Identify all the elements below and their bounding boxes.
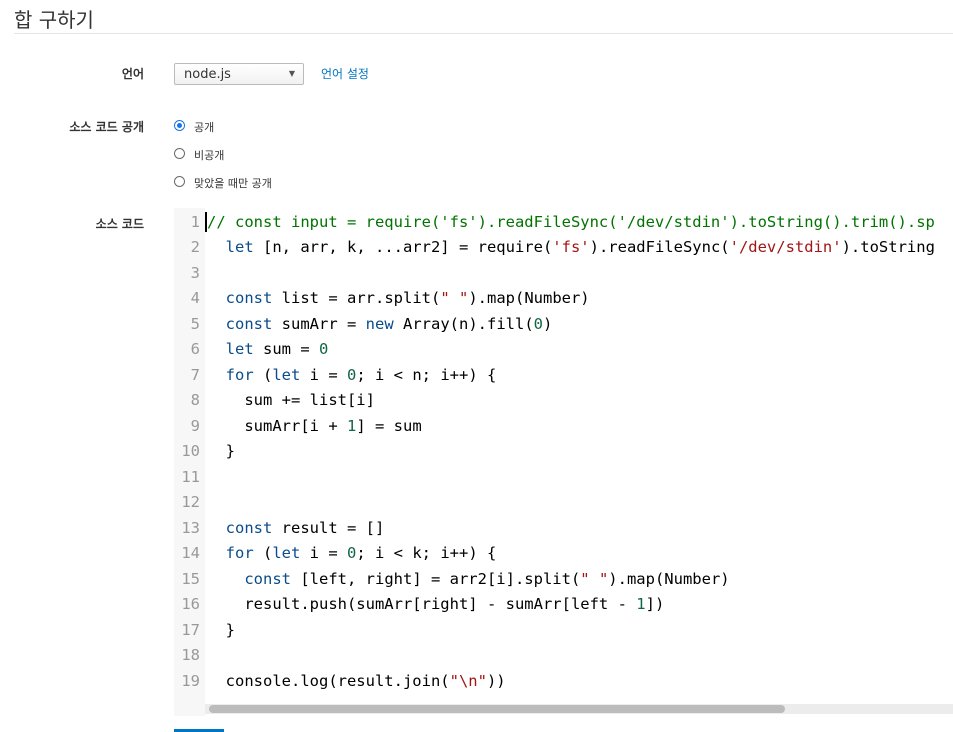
visibility-label: 소스 코드 공개 — [69, 120, 144, 134]
line-number: 5 — [190, 315, 200, 333]
code-line: console.log(result.join("\n")) — [207, 672, 506, 690]
line-number: 18 — [181, 646, 200, 664]
language-select-value: node.js — [184, 67, 231, 82]
line-number: 6 — [190, 340, 200, 358]
code-line: // const input = require('fs').readFileS… — [207, 213, 935, 231]
radio-accepted-only-input[interactable] — [174, 176, 185, 187]
line-number: 14 — [181, 544, 200, 562]
line-number: 19 — [181, 672, 200, 690]
line-number: 16 — [181, 595, 200, 613]
line-number: 8 — [190, 391, 200, 409]
radio-private-input[interactable] — [174, 148, 185, 159]
source-code-label: 소스 코드 — [95, 217, 144, 231]
line-number: 15 — [181, 570, 200, 588]
line-number: 12 — [181, 493, 200, 511]
page-title: 합 구하기 — [14, 8, 94, 32]
line-number: 4 — [190, 289, 200, 307]
code-line: sum += list[i] — [207, 391, 375, 409]
code-line: const [left, right] = arr2[i].split(" ")… — [244, 570, 730, 588]
line-number: 1 — [190, 213, 200, 231]
language-label: 언어 — [121, 67, 144, 81]
line-number: 3 — [190, 264, 200, 282]
radio-private-label: 비공개 — [194, 149, 225, 162]
code-line: } — [207, 621, 235, 639]
line-number: 2 — [190, 238, 200, 256]
title-divider — [14, 33, 953, 34]
line-number-gutter: 1 2 3 4 5 6 7 8 9 10 11 12 13 14 15 16 1… — [174, 208, 204, 716]
code-line: let sum = 0 — [225, 340, 329, 358]
code-line: const result = [] — [225, 519, 385, 537]
code-line: let [n, arr, k, ...arr2] = require('fs')… — [225, 238, 935, 256]
code-line: const sumArr = new Array(n).fill(0) — [225, 315, 553, 333]
line-number: 10 — [181, 442, 200, 460]
code-text-area[interactable]: // const input = require('fs').readFileS… — [205, 208, 953, 716]
horizontal-scrollbar[interactable] — [205, 704, 953, 714]
radio-public-input[interactable] — [174, 120, 185, 131]
line-number: 7 — [190, 366, 200, 384]
radio-accepted-only-label: 맞았을 때만 공개 — [194, 177, 272, 190]
language-settings-link[interactable]: 언어 설정 — [321, 65, 369, 82]
radio-public-label: 공개 — [194, 121, 215, 134]
text-cursor — [205, 212, 207, 232]
code-line: const list = arr.split(" ").map(Number) — [225, 289, 590, 307]
code-line: result.push(sumArr[right] - sumArr[left … — [207, 595, 665, 613]
language-select[interactable]: node.js ▼ — [174, 63, 304, 85]
code-line: for (let i = 0; i < n; i++) { — [225, 366, 497, 384]
code-line: sumArr[i + 1] = sum — [207, 417, 422, 435]
line-number: 13 — [181, 519, 200, 537]
chevron-down-icon: ▼ — [288, 69, 295, 78]
code-line: for (let i = 0; i < k; i++) { — [225, 544, 497, 562]
line-number: 11 — [181, 468, 200, 486]
code-editor[interactable]: 1 2 3 4 5 6 7 8 9 10 11 12 13 14 15 16 1… — [174, 208, 953, 716]
horizontal-scrollbar-thumb[interactable] — [209, 705, 785, 713]
line-number: 17 — [181, 621, 200, 639]
line-number: 9 — [190, 417, 200, 435]
code-line: } — [207, 442, 235, 460]
